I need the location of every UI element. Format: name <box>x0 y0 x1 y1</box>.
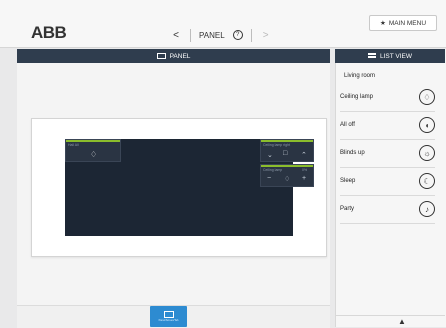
list-item-label: Sleep <box>340 178 356 184</box>
list-view-title: LIST VIEW <box>379 52 413 60</box>
tile-label: Ceiling lamp right <box>263 143 291 147</box>
nav-separator-left <box>190 28 191 42</box>
list-item-party[interactable]: Party ♪ <box>340 195 435 224</box>
panel-header-title: PANEL <box>169 52 191 60</box>
panel-view-button-label: Panel/Screen/Tab <box>158 319 179 322</box>
tile-label: Ceiling lamp <box>263 168 283 172</box>
scroll-up-icon[interactable]: ▲ <box>398 317 406 326</box>
page-nav: < PANEL ? > <box>170 24 272 46</box>
tile-value: 0% <box>302 168 308 172</box>
bulb-icon: ♢ <box>419 89 435 105</box>
sun-icon: ☼ <box>419 145 435 161</box>
list-item-label: All off <box>340 122 355 128</box>
bulb-icon: ♢ <box>284 176 291 183</box>
list-item-blinds-up[interactable]: Blinds up ☼ <box>340 139 435 168</box>
tile-status-bar <box>66 140 120 142</box>
list-item-label: Party <box>340 206 355 212</box>
help-icon[interactable]: ? <box>232 30 243 40</box>
stop-icon[interactable]: □ <box>283 150 287 157</box>
list-item-sleep[interactable]: Sleep ☾ <box>340 167 435 196</box>
page-title: PANEL <box>199 30 225 40</box>
tile-status-bar <box>261 165 313 167</box>
list-group-title: Living room <box>344 73 376 79</box>
list-footer-divider <box>335 315 445 316</box>
star-icon: ★ <box>379 20 386 27</box>
party-icon: ♪ <box>419 201 435 217</box>
moon-icon: ☾ <box>419 173 435 189</box>
top-bar: ABB < PANEL ? > ★ MAIN MENU <box>0 0 446 48</box>
previous-arrow[interactable]: < <box>170 30 182 41</box>
abb-logo: ABB <box>31 23 67 42</box>
chevron-down-icon[interactable]: ⌄ <box>267 151 273 159</box>
chevron-up-icon[interactable]: ⌃ <box>301 151 307 159</box>
list-item-all-off[interactable]: All off ◖ <box>340 111 435 140</box>
bulb-icon: ♢ <box>90 150 98 159</box>
tile-status-bar <box>261 140 313 142</box>
hall-all-tile[interactable]: Hall All ♢ <box>65 139 121 162</box>
nav-separator-right <box>250 28 252 42</box>
main-menu-label: MAIN MENU <box>388 19 427 27</box>
panel-header: PANEL <box>17 49 330 63</box>
device-screen: Hall All ♢ Ceiling lamp right ⌄ □ ⌃ Ceil… <box>65 139 314 236</box>
list-item-label: Blinds up <box>340 150 365 156</box>
list-view-header: LIST VIEW <box>335 49 445 63</box>
next-arrow[interactable]: > <box>260 30 272 41</box>
panel-device-preview: Hall All ♢ Ceiling lamp right ⌄ □ ⌃ Ceil… <box>31 118 327 257</box>
door-icon: ◖ <box>419 117 435 133</box>
list-item-label: Ceiling lamp <box>340 94 374 100</box>
ceiling-lamp-tile[interactable]: Ceiling lamp 0% − ♢ + <box>260 164 314 187</box>
tile-label: Hall All <box>68 143 79 147</box>
minus-icon[interactable]: − <box>267 175 271 182</box>
main-menu-button[interactable]: ★ MAIN MENU <box>369 15 437 31</box>
monitor-icon <box>163 311 174 318</box>
list-item-ceiling-lamp[interactable]: Ceiling lamp ♢ <box>340 83 435 112</box>
ceiling-lamp-right-tile[interactable]: Ceiling lamp right ⌄ □ ⌃ <box>260 139 314 162</box>
panel-view-button[interactable]: Panel/Screen/Tab <box>150 306 187 327</box>
plus-icon[interactable]: + <box>302 175 306 182</box>
monitor-icon <box>156 53 166 59</box>
list-icon <box>367 53 376 59</box>
